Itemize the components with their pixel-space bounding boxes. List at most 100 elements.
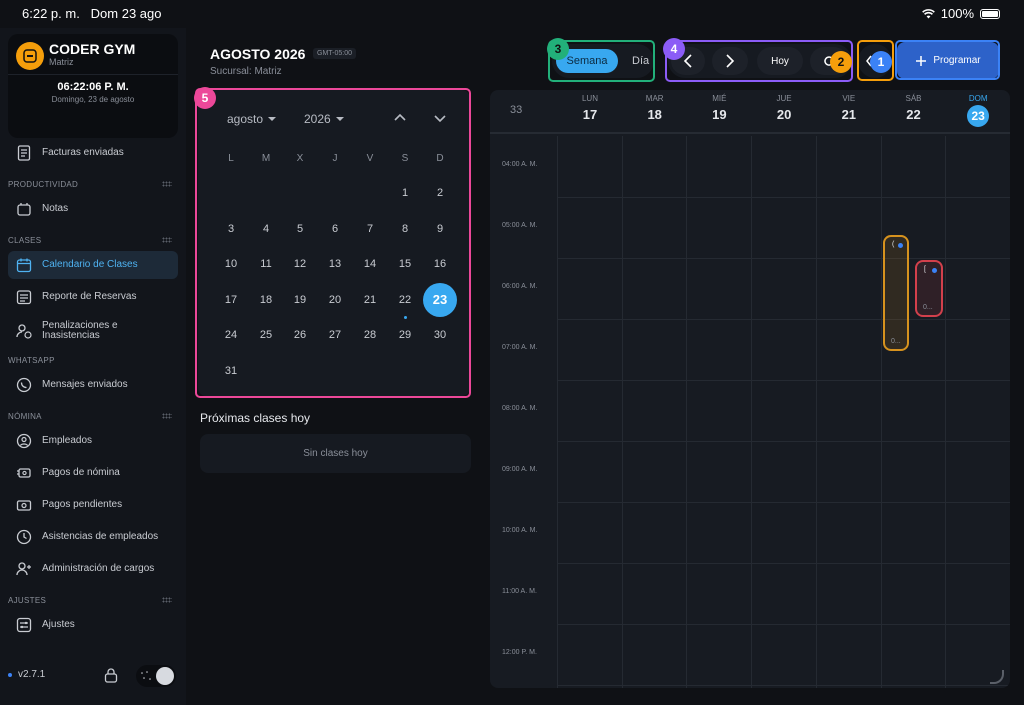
calendar-day[interactable]: 10 bbox=[216, 249, 246, 279]
schedule-button[interactable]: Programar bbox=[897, 42, 999, 79]
sidebar-item-label: Calendario de Clases bbox=[42, 259, 138, 270]
calendar-day[interactable]: 7 bbox=[355, 214, 385, 244]
sidebar-item-ajustes[interactable]: Ajustes bbox=[8, 611, 178, 639]
sidebar-item-empleados[interactable]: Empleados bbox=[8, 427, 178, 455]
event-indicator-dot bbox=[403, 315, 407, 319]
week-day-number: 23 bbox=[967, 105, 990, 127]
week-day-number: 22 bbox=[906, 107, 921, 122]
upcoming-title: Próximas clases hoy bbox=[200, 411, 311, 425]
calendar-day-today[interactable]: 23 bbox=[423, 282, 457, 317]
sidebar-item-notas[interactable]: Notas bbox=[8, 195, 178, 223]
drag-handle-icon[interactable] bbox=[162, 597, 172, 603]
calendar-day[interactable]: 30 bbox=[425, 320, 455, 350]
sidebar-item-penalizaciones[interactable]: Penalizaciones e Inasistencias bbox=[8, 315, 178, 347]
week-header: 33 LUN 17 MAR 18 MIÉ 19 JUE 20 VIE 21 SÁB 22 DOM 23 bbox=[490, 90, 1010, 134]
gym-date: Domingo, 23 de agosto bbox=[51, 95, 135, 104]
theme-toggle[interactable] bbox=[136, 665, 176, 687]
lock-icon[interactable] bbox=[104, 667, 120, 683]
year-value: 2026 bbox=[304, 112, 331, 126]
week-day-header[interactable]: MAR 18 bbox=[623, 94, 687, 122]
stars-icon bbox=[141, 671, 151, 680]
drag-handle-icon[interactable] bbox=[162, 237, 172, 243]
calendar-day[interactable]: 18 bbox=[251, 285, 281, 315]
calendar-day[interactable]: 21 bbox=[355, 285, 385, 315]
week-day-header[interactable]: MIÉ 19 bbox=[687, 94, 751, 122]
week-day-number: 20 bbox=[776, 107, 792, 122]
calendar-day[interactable]: 6 bbox=[320, 214, 350, 244]
calendar-day[interactable]: 11 bbox=[251, 249, 281, 279]
calendar-day[interactable]: 14 bbox=[355, 249, 385, 279]
calendar-day[interactable]: 24 bbox=[216, 320, 246, 350]
calendar-day[interactable]: 1 bbox=[390, 178, 420, 208]
sidebar-item-mensajes[interactable]: Mensajes enviados bbox=[8, 371, 178, 399]
calendar-day[interactable]: 15 bbox=[390, 249, 420, 279]
prev-month-button[interactable] bbox=[392, 110, 408, 126]
event-title: [ bbox=[924, 266, 926, 273]
calendar-day[interactable]: 17 bbox=[216, 285, 246, 315]
weekday-header: J bbox=[332, 153, 338, 164]
moon-icon bbox=[156, 667, 174, 685]
next-month-button[interactable] bbox=[432, 110, 448, 126]
drag-handle-icon[interactable] bbox=[162, 413, 172, 419]
calendar-day[interactable]: 4 bbox=[251, 214, 281, 244]
calendar-day[interactable]: 25 bbox=[251, 320, 281, 350]
status-date: Dom 23 ago bbox=[90, 6, 162, 21]
week-number: 33 bbox=[510, 104, 523, 116]
sidebar-item-asistencias[interactable]: Asistencias de empleados bbox=[8, 523, 178, 551]
resize-handle-icon[interactable] bbox=[990, 670, 1004, 684]
status-clock: 6:22 p. m. bbox=[22, 6, 80, 21]
year-select[interactable]: 2026 bbox=[304, 112, 344, 126]
notes-icon bbox=[12, 201, 36, 217]
calendar-day[interactable]: 27 bbox=[320, 320, 350, 350]
calendar-day[interactable]: 28 bbox=[355, 320, 385, 350]
calendar-day[interactable]: 20 bbox=[320, 285, 350, 315]
calendar-day[interactable]: 5 bbox=[285, 214, 315, 244]
drag-handle-icon[interactable] bbox=[162, 181, 172, 187]
calendar-day[interactable]: 13 bbox=[320, 249, 350, 279]
week-day-header[interactable]: SÁB 22 bbox=[882, 94, 946, 122]
calendar-day[interactable]: 26 bbox=[285, 320, 315, 350]
time-label: 12:00 P. M. bbox=[502, 649, 537, 656]
calendar-day[interactable]: 19 bbox=[285, 285, 315, 315]
grid-column-line bbox=[621, 136, 623, 688]
today-button[interactable]: Hoy bbox=[757, 47, 803, 75]
time-label: 09:00 A. M. bbox=[502, 466, 538, 473]
view-day-button[interactable]: Día bbox=[632, 49, 649, 73]
calendar-day[interactable]: 22 bbox=[390, 285, 420, 315]
week-day-name: MIÉ bbox=[712, 94, 727, 103]
week-day-header[interactable]: LUN 17 bbox=[558, 94, 622, 122]
calendar-day[interactable]: 9 bbox=[425, 214, 455, 244]
week-day-header[interactable]: VIE 21 bbox=[817, 94, 881, 122]
time-label: 06:00 A. M. bbox=[502, 283, 538, 290]
class-event[interactable]: [0... bbox=[915, 260, 943, 317]
week-day-number: 19 bbox=[712, 107, 727, 122]
sidebar-item-pagos-nomina[interactable]: Pagos de nómina bbox=[8, 459, 178, 487]
sidebar-item-calendario[interactable]: Calendario de Clases bbox=[8, 251, 178, 279]
calendar-icon bbox=[12, 257, 36, 273]
grid-column-line bbox=[557, 136, 558, 688]
sidebar-item-pagos-pendientes[interactable]: Pagos pendientes bbox=[8, 491, 178, 519]
grid-column-line bbox=[751, 136, 753, 688]
sidebar: CODER GYM Matriz 06:22:06 P. M. Domingo,… bbox=[0, 28, 186, 705]
chevron-down-icon bbox=[335, 117, 344, 121]
calendar-day[interactable]: 29 bbox=[390, 320, 420, 350]
calendar-day[interactable]: 8 bbox=[390, 214, 420, 244]
calendar-day[interactable]: 2 bbox=[425, 178, 455, 208]
gym-logo-icon bbox=[16, 42, 44, 70]
calendar-day[interactable]: 31 bbox=[216, 356, 246, 386]
week-day-number: 18 bbox=[647, 107, 662, 122]
calendar-day[interactable]: 3 bbox=[216, 214, 246, 244]
sidebar-item-reporte[interactable]: Reporte de Reservas bbox=[8, 283, 178, 311]
week-day-header[interactable]: DOM 23 bbox=[946, 94, 1010, 127]
calendar-day[interactable]: 16 bbox=[425, 249, 455, 279]
calendar-day[interactable]: 12 bbox=[285, 249, 315, 279]
gym-card[interactable]: CODER GYM Matriz 06:22:06 P. M. Domingo,… bbox=[8, 34, 178, 138]
grid-hour-line bbox=[557, 258, 1010, 259]
sidebar-item-facturas[interactable]: Facturas enviadas bbox=[8, 139, 178, 167]
sidebar-item-cargos[interactable]: Administración de cargos bbox=[8, 555, 178, 583]
week-day-name: LUN bbox=[581, 94, 598, 103]
week-day-header[interactable]: JUE 20 bbox=[752, 94, 816, 122]
next-week-button[interactable] bbox=[712, 47, 748, 75]
month-select[interactable]: agosto bbox=[227, 112, 277, 126]
class-event[interactable]: (0... bbox=[883, 235, 909, 351]
